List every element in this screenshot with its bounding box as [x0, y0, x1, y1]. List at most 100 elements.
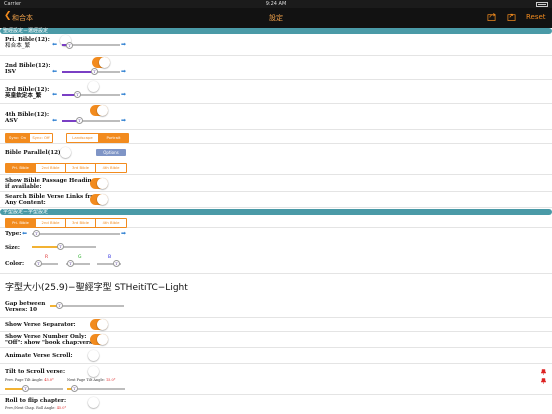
slider-thumb[interactable]: T — [66, 42, 73, 49]
decrease-arrow-icon[interactable]: ⬅ — [52, 69, 57, 75]
portrait-option[interactable]: Portrait — [99, 134, 128, 142]
verse-separator-label: Show Verse Separator: — [5, 322, 76, 328]
increase-arrow-icon[interactable]: ➡ — [121, 92, 126, 98]
third-bible-option[interactable]: 3rd Bible — [66, 164, 96, 172]
slider-thumb[interactable]: T — [56, 302, 63, 309]
third-bible-row: 3rd Bible(12): 英皇欽定本_繁 ⬅ T ➡ — [0, 80, 552, 104]
pri-bible-name: 和合本_繁 — [5, 43, 31, 49]
slider-thumb[interactable]: T — [91, 68, 98, 75]
roll-flip-toggle[interactable] — [88, 397, 106, 408]
options-button[interactable]: Options — [96, 149, 126, 156]
font-fourth-bible-option[interactable]: 4th Bible — [96, 219, 126, 227]
second-bible-toggle[interactable] — [92, 57, 110, 68]
passage-headings-sublabel: if available: — [5, 184, 42, 190]
color-label: Color: — [5, 261, 25, 267]
passage-headings-toggle[interactable] — [90, 178, 108, 189]
roll-flip-label: Roll to flip chapter: — [5, 398, 67, 404]
page-title: 設定 — [269, 14, 283, 22]
size-label: Size: — [5, 245, 20, 251]
sync-on-option[interactable]: Sync: On — [6, 134, 30, 142]
fourth-bible-slider[interactable] — [62, 120, 120, 122]
fourth-bible-option[interactable]: 4th Bible — [96, 164, 126, 172]
decrease-arrow-icon[interactable]: ⬅ — [22, 231, 27, 237]
slider-thumb[interactable]: T — [57, 243, 64, 250]
landscape-option[interactable]: Landscape — [67, 134, 99, 142]
decrease-arrow-icon[interactable]: ⬅ — [52, 118, 57, 124]
bible-parallel-row: Bible Parallel(12): Options Pri. Bible 2… — [0, 144, 552, 175]
tilt-scroll-row: Tilt to Scroll verse: Prev. Page Tilt An… — [0, 364, 552, 395]
verse-links-toggle[interactable] — [90, 194, 108, 205]
export-icon[interactable] — [507, 12, 516, 21]
share-icon[interactable] — [487, 12, 496, 21]
bible-parallel-label: Bible Parallel(12): — [5, 150, 63, 156]
second-bible-name: ISV — [5, 69, 16, 75]
animate-scroll-row: Animate Verse Scroll: — [0, 348, 552, 364]
pri-bible-option[interactable]: Pri. Bible — [6, 164, 36, 172]
pin-icon[interactable] — [541, 378, 546, 384]
roll-flip-row: Roll to flip chapter: Prev./Next Chap. R… — [0, 395, 552, 414]
animate-scroll-label: Animate Verse Scroll: — [5, 353, 73, 359]
prev-tilt-angle-label: Prev. Page Tilt Angle: 45.0° — [5, 378, 54, 382]
roll-angle-label: Prev./Next Chap. Roll Angle: 45.0° — [5, 406, 67, 410]
increase-arrow-icon[interactable]: ➡ — [121, 69, 126, 75]
slider-thumb[interactable]: T — [35, 260, 42, 267]
font-bible-select-row: Pri. Bible 2nd Bible 3rd Bible 4th Bible — [0, 215, 552, 228]
tilt-scroll-label: Tilt to Scroll verse: — [5, 369, 66, 375]
blue-channel-label: B — [108, 255, 112, 260]
third-bible-toggle[interactable] — [88, 81, 106, 92]
sync-off-option[interactable]: Sync: Off — [30, 134, 52, 142]
slider-thumb[interactable]: T — [67, 260, 74, 267]
pri-bible-row: Pri. Bible(12): 和合本_繁 ⬅ T ➡ — [0, 34, 552, 56]
gap-row: Gap between Verses: 10 T — [0, 298, 552, 318]
third-bible-name: 英皇欽定本_繁 — [5, 93, 42, 99]
verse-separator-row: Show Verse Separator: — [0, 318, 552, 332]
slider-thumb[interactable]: T — [113, 260, 120, 267]
font-second-bible-option[interactable]: 2nd Bible — [36, 219, 66, 227]
font-third-bible-option[interactable]: 3rd Bible — [66, 219, 96, 227]
pin-icon[interactable] — [541, 369, 546, 375]
type-label: Type: — [5, 231, 22, 237]
increase-arrow-icon[interactable]: ➡ — [121, 231, 126, 237]
status-bar: Carrier 9:24 AM — [0, 0, 552, 8]
slider-thumb[interactable]: T — [74, 91, 81, 98]
verse-number-toggle[interactable] — [90, 334, 108, 345]
animate-scroll-toggle[interactable] — [88, 350, 106, 361]
decrease-arrow-icon[interactable]: ⬅ — [52, 42, 57, 48]
gap-value: Verses: 10 — [5, 307, 37, 313]
type-slider[interactable] — [32, 233, 120, 235]
fourth-bible-toggle[interactable] — [90, 105, 108, 116]
clock: 9:24 AM — [265, 1, 287, 7]
increase-arrow-icon[interactable]: ➡ — [121, 42, 126, 48]
sync-segmented-control[interactable]: Sync: On Sync: Off — [5, 133, 53, 143]
navigation-bar: ❮ 和合本 設定 Reset — [0, 8, 552, 28]
slider-thumb[interactable]: T — [33, 230, 40, 237]
bible-parallel-toggle[interactable] — [60, 147, 78, 158]
type-row: Type: ⬅ T ➡ — [0, 228, 552, 240]
color-row: Color: R G B T T T — [0, 254, 552, 274]
slider-thumb[interactable]: T — [22, 385, 29, 392]
increase-arrow-icon[interactable]: ➡ — [121, 118, 126, 124]
verse-number-sublabel: "Off": show "book chap:verse" — [5, 340, 99, 346]
next-tilt-angle-label: Next Page Tilt Angle: 15.0° — [67, 378, 116, 382]
decrease-arrow-icon[interactable]: ⬅ — [52, 92, 57, 98]
fourth-bible-name: ASV — [5, 118, 18, 124]
slider-thumb[interactable]: T — [71, 385, 78, 392]
third-bible-slider[interactable] — [62, 94, 120, 96]
sync-orientation-row: Sync: On Sync: Off Landscape Portrait — [0, 130, 552, 144]
fourth-bible-row: 4th Bible(12): ASV ⬅ T ➡ — [0, 104, 552, 130]
second-bible-row: 2nd Bible(12): ISV ⬅ T ➡ — [0, 56, 552, 80]
verse-links-row: Search Bible Verse Links from Any Conten… — [0, 192, 552, 208]
font-pri-bible-option[interactable]: Pri. Bible — [6, 219, 36, 227]
slider-thumb[interactable]: T — [76, 117, 83, 124]
tilt-scroll-toggle[interactable] — [88, 366, 106, 377]
green-channel-label: G — [78, 255, 82, 260]
verse-separator-toggle[interactable] — [90, 319, 108, 330]
size-slider[interactable] — [32, 246, 96, 248]
second-bible-option[interactable]: 2nd Bible — [36, 164, 66, 172]
prev-tilt-slider[interactable] — [5, 388, 63, 390]
font-bible-segmented-control[interactable]: Pri. Bible 2nd Bible 3rd Bible 4th Bible — [5, 218, 127, 228]
reset-button[interactable]: Reset — [526, 13, 546, 21]
bible-select-segmented-control[interactable]: Pri. Bible 2nd Bible 3rd Bible 4th Bible — [5, 163, 127, 173]
verse-links-sublabel: Any Content: — [5, 200, 46, 206]
orientation-segmented-control[interactable]: Landscape Portrait — [66, 133, 129, 143]
